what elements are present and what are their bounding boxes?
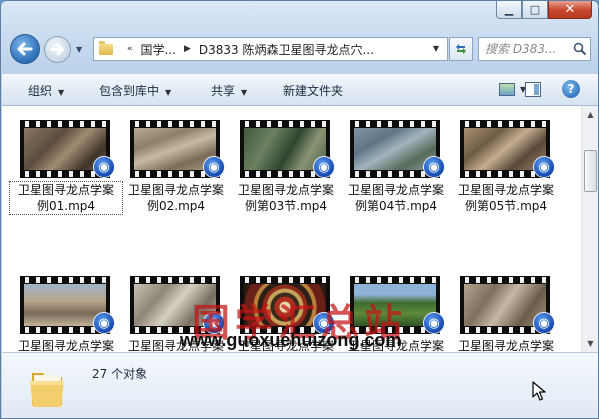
- navigation-bar: ▼ « 国学... ▶ D3833 陈炳森卫星图寻龙点穴... ▼: [1, 31, 598, 67]
- file-item[interactable]: ◉ 卫星图寻龙点学案 例02.mp4: [122, 112, 230, 218]
- breadcrumb-item-current[interactable]: D3833 陈炳森卫星图寻龙点穴...: [199, 41, 374, 58]
- recent-pages-dropdown-icon[interactable]: ▼: [76, 45, 82, 54]
- help-button[interactable]: ?: [562, 80, 580, 98]
- new-folder-label: 新建文件夹: [283, 84, 344, 98]
- search-icon[interactable]: [573, 42, 587, 56]
- search-input[interactable]: [485, 42, 571, 56]
- refresh-button[interactable]: [449, 37, 473, 61]
- media-player-icon: ◉: [533, 156, 555, 178]
- media-player-icon: ◉: [203, 156, 225, 178]
- file-item[interactable]: ◉ 卫星图寻龙点学案 例第04节.mp4: [342, 112, 450, 218]
- share-menu[interactable]: 共享 ▼: [211, 82, 247, 99]
- file-name: 卫星图寻龙点学案 例第05节.mp4: [457, 183, 554, 213]
- file-item[interactable]: ◉ 卫星图寻龙点学案 例第03节.mp4: [232, 112, 340, 218]
- help-icon: ?: [562, 80, 580, 98]
- back-arrow-icon: [17, 42, 33, 56]
- include-in-library-label: 包含到库中: [99, 84, 160, 98]
- new-folder-button[interactable]: 新建文件夹: [283, 82, 343, 99]
- forward-arrow-icon: [50, 43, 64, 56]
- breadcrumb-overflow-icon[interactable]: «: [127, 44, 133, 54]
- scroll-up-icon[interactable]: ▲: [582, 106, 598, 123]
- organize-label: 组织: [28, 84, 53, 98]
- breadcrumb-item-root[interactable]: 国学...: [141, 41, 176, 58]
- maximize-button[interactable]: □: [522, 1, 548, 19]
- file-name: 卫星图寻龙点学案 例第04节.mp4: [347, 183, 444, 213]
- organize-menu[interactable]: 组织 ▼: [28, 82, 64, 99]
- chevron-down-icon: ▼: [241, 88, 248, 97]
- file-name: 卫星图寻龙点学案 例01.mp4: [9, 181, 123, 215]
- preview-pane-icon: [525, 82, 541, 97]
- change-view-button[interactable]: ▼: [499, 83, 526, 96]
- command-bar: 组织 ▼ 包含到库中 ▼ 共享 ▼ 新建文件夹 ▼ ?: [2, 73, 598, 106]
- media-player-icon: ◉: [93, 156, 115, 178]
- chevron-down-icon: ▼: [58, 88, 65, 97]
- file-name: 卫星图寻龙点学案: [457, 339, 554, 352]
- file-item[interactable]: ◉ 卫星图寻龙点学案: [12, 268, 120, 352]
- address-dropdown-icon[interactable]: ▼: [433, 44, 439, 53]
- scroll-down-icon[interactable]: ▼: [582, 335, 598, 352]
- media-player-icon: ◉: [423, 156, 445, 178]
- chevron-down-icon: ▼: [165, 88, 172, 97]
- media-player-icon: ◉: [313, 156, 335, 178]
- file-name: 卫星图寻龙点学案: [17, 339, 114, 352]
- file-item[interactable]: ◉ 卫星图寻龙点学案: [452, 268, 560, 352]
- search-box[interactable]: [478, 37, 591, 61]
- mouse-cursor-icon: [532, 381, 546, 401]
- minimize-button[interactable]: ▁: [496, 1, 522, 19]
- file-name: 卫星图寻龙点学案 例第03节.mp4: [237, 183, 334, 213]
- forward-button[interactable]: [44, 36, 71, 63]
- details-pane: 27 个对象: [2, 352, 598, 418]
- share-label: 共享: [211, 84, 236, 98]
- explorer-window: ▁ □ ✕ ▼ « 国学... ▶ D3833 陈炳森卫星图寻龙点穴... ▼: [0, 0, 599, 419]
- vertical-scrollbar[interactable]: ▲ ▼: [581, 106, 598, 352]
- file-item[interactable]: ◉ 卫星图寻龙点学案 例01.mp4: [9, 112, 123, 218]
- scrollbar-thumb[interactable]: [584, 150, 597, 192]
- close-button[interactable]: ✕: [548, 1, 592, 19]
- media-player-icon: ◉: [93, 312, 115, 334]
- file-item[interactable]: ◉ 卫星图寻龙点学案 例第05节.mp4: [452, 112, 560, 218]
- refresh-icon: [456, 44, 466, 54]
- watermark-url: www.guoxuehuizong.com: [180, 330, 402, 350]
- file-list-pane[interactable]: ◉ 卫星图寻龙点学案例01.mp4 ◉ 卫星图寻龙点学案例02.mp4 ◉: [2, 106, 598, 352]
- media-player-icon: ◉: [423, 312, 445, 334]
- window-caption-buttons: ▁ □ ✕: [496, 1, 592, 19]
- view-icon: [499, 83, 515, 96]
- preview-pane-button[interactable]: [525, 82, 541, 100]
- folder-icon: [30, 373, 64, 407]
- item-count: 27 个对象: [92, 367, 148, 381]
- include-in-library-menu[interactable]: 包含到库中 ▼: [99, 82, 171, 99]
- breadcrumb-chevron-icon[interactable]: ▶: [184, 44, 191, 54]
- file-name: 卫星图寻龙点学案 例02.mp4: [127, 183, 224, 213]
- back-button[interactable]: [10, 34, 40, 64]
- media-player-icon: ◉: [533, 312, 555, 334]
- folder-icon: [99, 40, 113, 55]
- address-bar[interactable]: « 国学... ▶ D3833 陈炳森卫星图寻龙点穴... ▼: [93, 37, 448, 61]
